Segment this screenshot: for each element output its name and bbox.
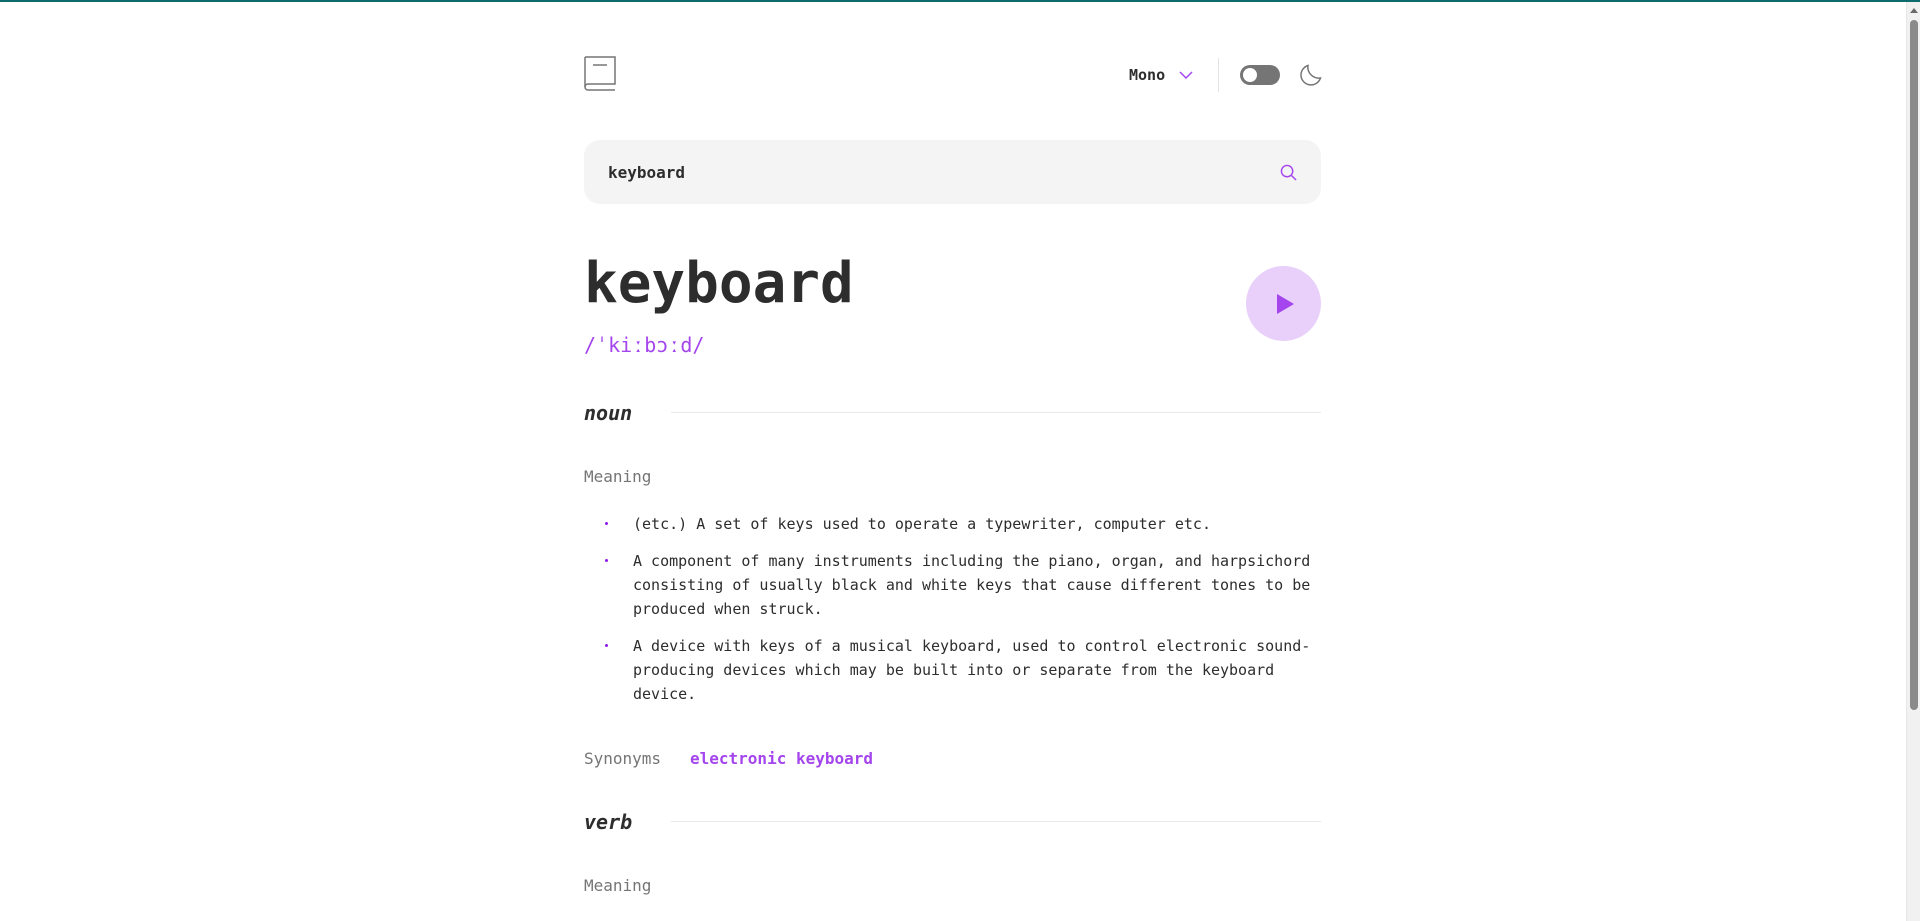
- scroll-up-arrow-icon[interactable]: [1910, 8, 1918, 13]
- book-icon[interactable]: [584, 56, 616, 92]
- search-input[interactable]: [608, 140, 1248, 204]
- part-of-speech-noun: noun: [584, 401, 633, 425]
- bullet: [605, 559, 608, 562]
- play-icon: [1277, 294, 1294, 314]
- theme-toggle[interactable]: [1240, 65, 1280, 85]
- moon-icon: [1300, 64, 1322, 86]
- search-bar: [584, 140, 1321, 204]
- meaning-label-noun: Meaning: [584, 467, 652, 486]
- meaning-label-verb: Meaning: [584, 876, 652, 895]
- definition-item: A device with keys of a musical keyboard…: [584, 634, 1321, 706]
- synonyms-label: Synonyms: [584, 749, 662, 768]
- bullet: [605, 522, 608, 525]
- definition-text: (etc.) A set of keys used to operate a t…: [633, 515, 1211, 533]
- noun-divider: [671, 412, 1321, 413]
- page-scrollbar[interactable]: [1906, 2, 1920, 921]
- toggle-knob: [1243, 68, 1257, 82]
- bullet: [605, 644, 608, 647]
- font-family-selected: Mono: [1129, 66, 1166, 84]
- definition-list-noun: (etc.) A set of keys used to operate a t…: [584, 512, 1321, 719]
- play-audio-button[interactable]: [1246, 266, 1321, 341]
- word-title: keyboard: [584, 251, 854, 316]
- definition-text: A component of many instruments includin…: [633, 552, 1311, 618]
- definition-item: A component of many instruments includin…: [584, 549, 1321, 621]
- font-family-select[interactable]: Mono: [1129, 63, 1193, 87]
- header-divider: [1218, 58, 1219, 92]
- phonetic: /ˈkiːbɔːd/: [584, 333, 705, 357]
- verb-divider: [671, 821, 1321, 822]
- part-of-speech-verb: verb: [584, 810, 633, 834]
- search-icon[interactable]: [1280, 164, 1297, 181]
- synonym-link[interactable]: electronic keyboard: [690, 748, 873, 770]
- header: Mono: [584, 56, 1322, 94]
- chevron-down-icon: [1179, 71, 1193, 80]
- scroll-thumb[interactable]: [1910, 20, 1918, 710]
- browser-top-accent-line: [0, 0, 1920, 2]
- definition-item: (etc.) A set of keys used to operate a t…: [584, 512, 1321, 536]
- definition-text: A device with keys of a musical keyboard…: [633, 637, 1311, 703]
